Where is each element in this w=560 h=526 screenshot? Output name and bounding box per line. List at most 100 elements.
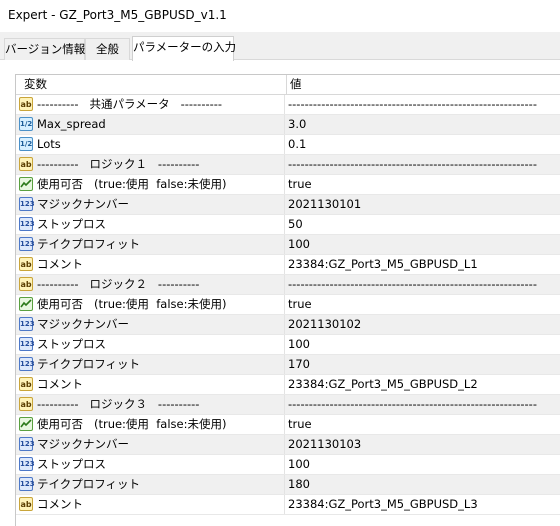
parameter-name: 使用可否 (true:使用 false:未使用) xyxy=(37,297,227,311)
table-row[interactable]: ab ---------- ロジック３ ---------- -----------… xyxy=(16,395,560,415)
table-row[interactable]: 123 マジックナンバー 2021130101 xyxy=(16,195,560,215)
parameter-value[interactable]: 100 xyxy=(284,455,558,474)
table-row[interactable]: 123 テイクプロフィット 180 xyxy=(16,475,560,495)
int-icon: 123 xyxy=(19,197,35,211)
parameter-name-cell: 123 マジックナンバー xyxy=(16,315,282,334)
table-row[interactable]: 123 ストップロス 50 xyxy=(16,215,560,235)
parameter-value[interactable]: ----------------------------------------… xyxy=(284,275,558,294)
parameter-name-cell: ab コメント xyxy=(16,375,282,394)
parameter-value[interactable]: 2021130102 xyxy=(284,315,558,334)
parameter-name-cell: 1/2 Lots xyxy=(16,135,282,154)
int-icon: 123 xyxy=(19,337,35,351)
parameter-value[interactable]: 23384:GZ_Port3_M5_GBPUSD_L3 xyxy=(284,495,558,514)
ab-icon: ab xyxy=(19,377,33,391)
parameter-name-cell: 123 マジックナンバー xyxy=(16,435,282,454)
parameter-name: ストップロス xyxy=(37,337,106,351)
parameter-name-cell: 123 テイクプロフィット xyxy=(16,475,282,494)
parameter-name: ---------- ロジック３ ---------- xyxy=(37,397,200,411)
parameter-value[interactable]: 23384:GZ_Port3_M5_GBPUSD_L1 xyxy=(284,255,558,274)
parameter-value[interactable]: 100 xyxy=(284,235,558,254)
ab-icon: ab xyxy=(19,497,33,511)
parameter-name-cell: 123 テイクプロフィット xyxy=(16,235,282,254)
parameter-value[interactable]: 2021130103 xyxy=(284,435,558,454)
parameter-name: Lots xyxy=(37,137,61,151)
table-row[interactable]: 123 テイクプロフィット 170 xyxy=(16,355,560,375)
table-row[interactable]: ab コメント 23384:GZ_Port3_M5_GBPUSD_L1 xyxy=(16,255,560,275)
parameter-name-cell: ab ---------- ロジック１ ---------- xyxy=(16,155,282,174)
int-icon: 123 xyxy=(19,437,35,451)
double-icon: 1/2 xyxy=(19,137,33,151)
table-row[interactable]: ab ---------- 共通パラメータ ---------- ---------… xyxy=(16,95,560,115)
parameter-value[interactable]: 50 xyxy=(284,215,558,234)
parameter-name: ---------- ロジック１ ---------- xyxy=(37,157,200,171)
parameter-value[interactable]: 100 xyxy=(284,335,558,354)
int-icon: 123 xyxy=(19,477,35,491)
int-icon: 123 xyxy=(19,357,35,371)
table-row[interactable]: ab ---------- ロジック２ ---------- -----------… xyxy=(16,275,560,295)
int-icon: 123 xyxy=(19,457,35,471)
parameter-name: マジックナンバー xyxy=(37,197,129,211)
table-row[interactable]: ab コメント 23384:GZ_Port3_M5_GBPUSD_L2 xyxy=(16,375,560,395)
parameter-name: 使用可否 (true:使用 false:未使用) xyxy=(37,417,227,431)
ab-icon: ab xyxy=(19,257,33,271)
parameter-name: コメント xyxy=(37,377,83,391)
parameter-value[interactable]: 0.1 xyxy=(284,135,558,154)
table-row[interactable]: 123 マジックナンバー 2021130102 xyxy=(16,315,560,335)
parameter-name: 使用可否 (true:使用 false:未使用) xyxy=(37,177,227,191)
int-icon: 123 xyxy=(19,217,35,231)
ab-icon: ab xyxy=(19,397,33,411)
tab-version-info[interactable]: バージョン情報 xyxy=(4,38,85,60)
parameters-panel: 変数 値 ab ---------- 共通パラメータ ---------- ----… xyxy=(0,60,560,526)
parameter-name-cell: 123 ストップロス xyxy=(16,455,282,474)
tab-general[interactable]: 全般 xyxy=(85,38,130,60)
parameter-name: ストップロス xyxy=(37,457,106,471)
bool-icon xyxy=(19,417,33,431)
int-icon: 123 xyxy=(19,237,35,251)
parameter-value[interactable]: ----------------------------------------… xyxy=(284,155,558,174)
table-row[interactable]: 123 ストップロス 100 xyxy=(16,455,560,475)
parameter-grid: 変数 値 ab ---------- 共通パラメータ ---------- ----… xyxy=(15,74,560,526)
bool-icon xyxy=(19,297,33,311)
bool-icon xyxy=(19,177,33,191)
parameter-value[interactable]: 3.0 xyxy=(284,115,558,134)
parameter-value[interactable]: 2021130101 xyxy=(284,195,558,214)
parameter-name-cell: 123 テイクプロフィット xyxy=(16,355,282,374)
parameter-value[interactable]: 23384:GZ_Port3_M5_GBPUSD_L2 xyxy=(284,375,558,394)
column-header-variable[interactable]: 変数 xyxy=(24,75,47,94)
parameter-name-cell: 123 ストップロス xyxy=(16,215,282,234)
parameter-name-cell: ab ---------- ロジック２ ---------- xyxy=(16,275,282,294)
window-title: Expert - GZ_Port3_M5_GBPUSD_v1.1 xyxy=(0,0,560,32)
parameter-name: コメント xyxy=(37,497,83,511)
column-header-value[interactable]: 値 xyxy=(286,75,302,94)
parameter-value[interactable]: ----------------------------------------… xyxy=(284,95,558,114)
table-row[interactable]: 使用可否 (true:使用 false:未使用) true xyxy=(16,415,560,435)
table-row[interactable]: ab ---------- ロジック１ ---------- -----------… xyxy=(16,155,560,175)
parameter-name: テイクプロフィット xyxy=(37,477,141,491)
parameter-name-cell: ab コメント xyxy=(16,495,282,514)
table-row[interactable]: 1/2 Lots 0.1 xyxy=(16,135,560,155)
table-row[interactable]: ab コメント 23384:GZ_Port3_M5_GBPUSD_L3 xyxy=(16,495,560,515)
parameter-value[interactable]: 170 xyxy=(284,355,558,374)
parameter-name: テイクプロフィット xyxy=(37,357,141,371)
table-row[interactable]: 123 マジックナンバー 2021130103 xyxy=(16,435,560,455)
table-row[interactable]: 1/2 Max_spread 3.0 xyxy=(16,115,560,135)
parameter-name: マジックナンバー xyxy=(37,317,129,331)
parameter-name: コメント xyxy=(37,257,83,271)
parameter-value[interactable]: true xyxy=(284,415,558,434)
parameter-name-cell: 123 マジックナンバー xyxy=(16,195,282,214)
table-row[interactable]: 123 テイクプロフィット 100 xyxy=(16,235,560,255)
parameter-name-cell: ab コメント xyxy=(16,255,282,274)
parameter-value[interactable]: 180 xyxy=(284,475,558,494)
grid-header: 変数 値 xyxy=(16,75,560,95)
parameter-name: ---------- 共通パラメータ ---------- xyxy=(37,97,223,111)
parameter-value[interactable]: true xyxy=(284,295,558,314)
parameter-value[interactable]: ----------------------------------------… xyxy=(284,395,558,414)
table-row[interactable]: 使用可否 (true:使用 false:未使用) true xyxy=(16,295,560,315)
ab-icon: ab xyxy=(19,157,33,171)
tab-parameters[interactable]: パラメーターの入力 xyxy=(132,36,236,61)
ab-icon: ab xyxy=(19,277,33,291)
table-row[interactable]: 使用可否 (true:使用 false:未使用) true xyxy=(16,175,560,195)
parameter-name-cell: 1/2 Max_spread xyxy=(16,115,282,134)
parameter-value[interactable]: true xyxy=(284,175,558,194)
table-row[interactable]: 123 ストップロス 100 xyxy=(16,335,560,355)
